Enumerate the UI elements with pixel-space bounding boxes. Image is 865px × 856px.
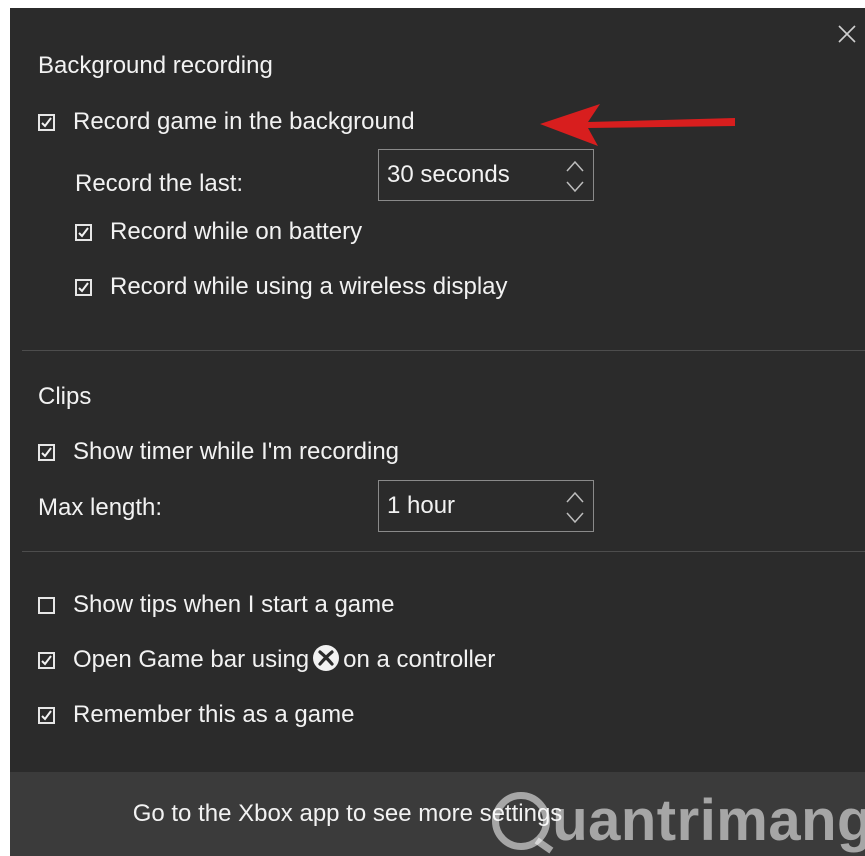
checkbox-show-tips[interactable]: Show tips when I start a game (38, 590, 395, 620)
watermark-logo: uantrimang (492, 787, 865, 854)
checkbox-box[interactable] (38, 596, 55, 614)
checkmark-icon (78, 281, 89, 293)
game-bar-settings-panel: Background recording Record game in the … (10, 8, 865, 856)
record-last-value: 30 seconds (387, 161, 510, 188)
checkmark-icon (41, 654, 52, 666)
max-length-select[interactable]: 1 hour (378, 480, 594, 532)
checkbox-wireless-display[interactable]: Record while using a wireless display (75, 272, 508, 302)
section-title-background-recording: Background recording (38, 52, 273, 79)
checkbox-label: Record while on battery (110, 218, 363, 245)
checkbox-box[interactable] (38, 651, 55, 669)
checkbox-open-game-bar[interactable]: Open Game bar using on a controller (38, 645, 495, 675)
checkmark-icon (41, 709, 52, 721)
close-button[interactable] (835, 22, 865, 52)
checkbox-remember-game[interactable]: Remember this as a game (38, 700, 354, 730)
divider (22, 350, 865, 351)
checkbox-label: Show timer while I'm recording (73, 438, 400, 465)
checkbox-label: Show tips when I start a game (73, 591, 395, 618)
close-icon (838, 25, 856, 43)
checkbox-show-timer[interactable]: Show timer while I'm recording (38, 437, 399, 467)
watermark-q-icon (492, 791, 551, 850)
record-last-label: Record the last: (75, 170, 244, 197)
checkbox-record-in-background[interactable]: Record game in the background (38, 107, 415, 137)
section-title-clips: Clips (38, 383, 92, 410)
checkbox-box[interactable] (75, 278, 92, 296)
xbox-button-icon (313, 645, 340, 671)
checkbox-label-part1: Open Game bar using (73, 646, 310, 673)
divider (22, 551, 865, 552)
max-length-value: 1 hour (387, 492, 456, 519)
checkbox-box[interactable] (38, 113, 55, 131)
checkbox-label: Record while using a wireless display (110, 273, 508, 300)
watermark-text: uantrimang (552, 788, 865, 853)
checkbox-label: Record game in the background (73, 108, 415, 135)
checkbox-box[interactable] (38, 443, 55, 461)
checkmark-icon (78, 226, 89, 238)
checkmark-icon (41, 116, 52, 128)
checkbox-box[interactable] (38, 706, 55, 724)
checkmark-icon (41, 446, 52, 458)
spinner-arrows-icon[interactable] (565, 156, 585, 196)
checkbox-label-part2: on a controller (343, 646, 496, 673)
checkbox-on-battery[interactable]: Record while on battery (75, 217, 362, 247)
checkbox-label: Remember this as a game (73, 701, 355, 728)
red-arrow-annotation (540, 104, 735, 146)
spinner-arrows-icon[interactable] (565, 487, 585, 527)
max-length-label: Max length: (38, 494, 163, 521)
checkbox-box[interactable] (75, 223, 92, 241)
